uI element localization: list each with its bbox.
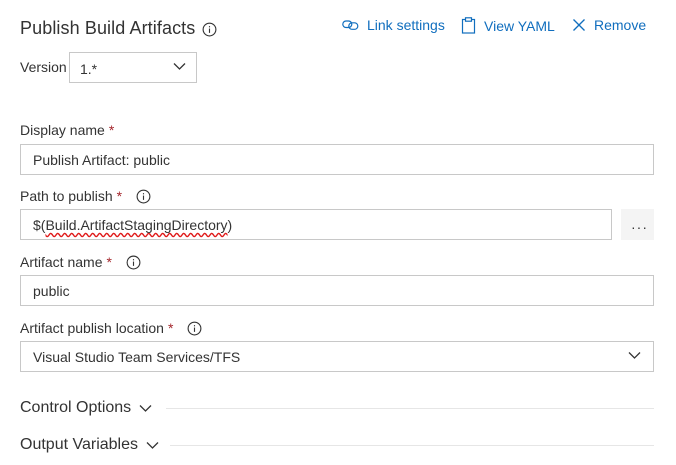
clipboard-icon — [461, 17, 476, 34]
close-icon — [573, 19, 585, 31]
display-name-input[interactable]: Publish Artifact: public — [20, 144, 654, 175]
remove-label: Remove — [594, 17, 647, 33]
task-title: Publish Build Artifacts — [20, 18, 196, 38]
view-yaml-button[interactable]: View YAML — [461, 17, 555, 34]
view-yaml-label: View YAML — [484, 17, 555, 34]
required-mark: * — [106, 254, 112, 270]
path-to-publish-label: Path to publish * — [20, 188, 151, 204]
chevron-down-icon — [173, 63, 186, 70]
chevron-down-icon — [628, 352, 641, 359]
version-dropdown[interactable]: 1.* — [69, 52, 197, 83]
path-to-publish-label-text: Path to publish — [20, 188, 113, 204]
path-value-prefix: $( — [33, 217, 46, 233]
browse-path-button[interactable]: ··· — [621, 209, 654, 240]
required-mark: * — [108, 122, 115, 138]
publish-location-label-text: Artifact publish location — [20, 320, 164, 336]
publish-location-dropdown[interactable]: Visual Studio Team Services/TFS — [20, 341, 654, 372]
required-mark: * — [167, 320, 174, 336]
link-settings-button[interactable]: Link settings — [342, 17, 445, 33]
remove-button[interactable]: Remove — [572, 17, 646, 33]
display-name-label-text: Display name — [20, 122, 105, 138]
info-icon[interactable] — [187, 321, 202, 336]
info-icon[interactable] — [126, 255, 141, 270]
section-divider — [166, 408, 654, 409]
required-mark: * — [116, 188, 123, 204]
ellipsis-icon: ··· — [631, 219, 648, 235]
link-icon — [342, 20, 359, 30]
output-variables-section[interactable]: Output Variables — [20, 436, 159, 454]
version-value: 1.* — [80, 61, 98, 77]
info-icon[interactable] — [202, 22, 217, 37]
control-options-label: Control Options — [20, 399, 132, 416]
artifact-name-value: public — [33, 283, 70, 299]
link-settings-label: Link settings — [367, 17, 445, 33]
version-label: Version — [20, 59, 67, 75]
chevron-down-icon — [146, 441, 159, 449]
control-options-section[interactable]: Control Options — [20, 399, 152, 417]
display-name-value: Publish Artifact: public — [33, 152, 170, 168]
artifact-name-label: Artifact name * — [20, 254, 141, 270]
path-value-suffix: ) — [227, 217, 233, 233]
chevron-down-icon — [139, 404, 152, 412]
section-divider — [170, 445, 654, 446]
info-icon[interactable] — [136, 189, 151, 204]
path-to-publish-input[interactable]: $(Build.ArtifactStagingDirectory) — [20, 209, 612, 240]
publish-location-label: Artifact publish location * — [20, 320, 202, 336]
artifact-name-input[interactable]: public — [20, 275, 654, 306]
artifact-name-label-text: Artifact name — [20, 254, 103, 270]
output-variables-label: Output Variables — [20, 436, 138, 453]
path-value-misspelled: Build.ArtifactStagingDirectory — [45, 217, 228, 233]
publish-location-value: Visual Studio Team Services/TFS — [33, 349, 241, 365]
display-name-label: Display name * — [20, 122, 114, 138]
